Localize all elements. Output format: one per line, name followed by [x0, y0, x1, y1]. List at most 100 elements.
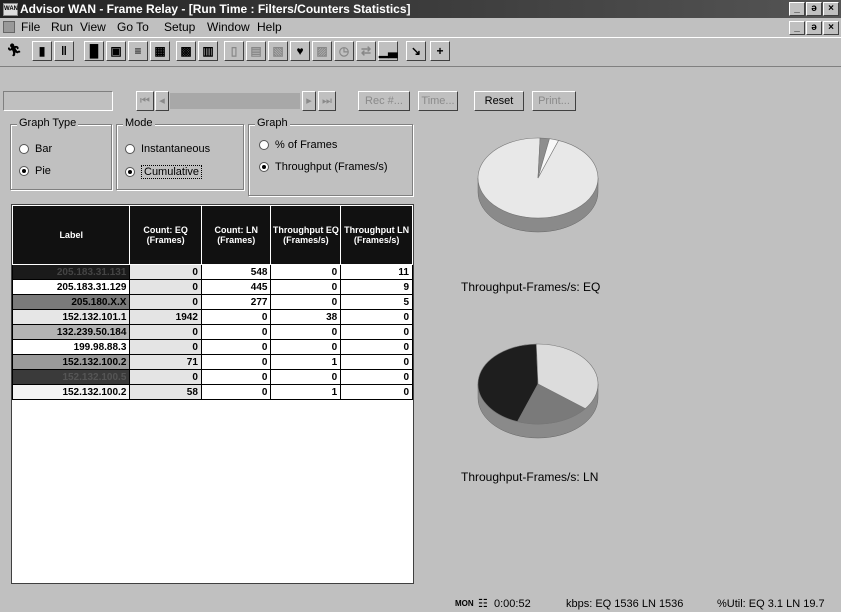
doc-minimize-button[interactable]: _	[789, 21, 805, 35]
row-throughput-eq: 0	[270, 369, 342, 385]
radio-off-icon	[19, 144, 29, 154]
menu-window[interactable]: Window	[207, 20, 250, 34]
stats-icon[interactable]: ▯	[224, 41, 244, 61]
menu-setup[interactable]: Setup	[164, 20, 195, 34]
bar-chart-icon[interactable]: ▐▌	[84, 41, 104, 61]
table-row[interactable]: 205.183.31.131 0 548 0 11	[12, 264, 413, 280]
radio-on-icon	[125, 167, 135, 177]
doc-restore-button[interactable]: ə	[806, 21, 822, 35]
row-throughput-eq: 0	[270, 279, 342, 295]
pause-icon[interactable]: ‖	[54, 41, 74, 61]
filter-icon[interactable]: ▤	[246, 41, 266, 61]
graph-throughput-radio[interactable]: Throughput (Frames/s)	[259, 161, 387, 173]
graph-type-bar-radio[interactable]: Bar	[19, 143, 52, 155]
row-count-eq: 0	[129, 339, 202, 355]
row-throughput-ln: 0	[340, 369, 413, 385]
capture-icon[interactable]: ▨	[312, 41, 332, 61]
table-icon[interactable]: ▦	[150, 41, 170, 61]
menu-bar: File Run View Go To Setup Window Help _ …	[0, 18, 841, 36]
kbps-readout: kbps: EQ 1536 LN 1536	[566, 598, 684, 610]
header-count-eq[interactable]: Count: EQ (Frames)	[129, 205, 202, 265]
graph-type-group: Graph Type Bar Pie	[10, 117, 112, 190]
row-throughput-eq: 0	[270, 324, 342, 340]
table-row[interactable]: 205.180.X.X 0 277 0 5	[12, 294, 413, 310]
row-count-ln: 445	[200, 279, 272, 295]
transfer-icon[interactable]: ⇄	[356, 41, 376, 61]
list-icon[interactable]: ≡	[128, 41, 148, 61]
graph-type-pie-radio[interactable]: Pie	[19, 165, 51, 177]
doc-close-button[interactable]: ×	[823, 21, 839, 35]
table-row[interactable]: 152.132.101.1 1942 0 38 0	[12, 309, 413, 325]
histogram-icon[interactable]: ▁▃	[378, 41, 398, 61]
record-scrollbar[interactable]	[170, 93, 300, 109]
table-row[interactable]: 132.239.50.184 0 0 0 0	[12, 324, 413, 340]
app-icon: WAN	[3, 3, 18, 16]
menu-view[interactable]: View	[80, 20, 106, 34]
row-count-ln: 548	[200, 264, 272, 280]
table-row[interactable]: 152.132.100.2 58 0 1 0	[12, 384, 413, 400]
util-readout: %Util: EQ 3.1 LN 19.7	[717, 598, 825, 610]
menu-run[interactable]: Run	[51, 20, 73, 34]
row-count-ln: 0	[200, 309, 272, 325]
grid-icon[interactable]: ▥	[198, 41, 218, 61]
graph-percent-radio[interactable]: % of Frames	[259, 139, 337, 151]
table-row[interactable]: 152.132.100.5 0 0 0 0	[12, 369, 413, 385]
table-row[interactable]: 205.183.31.129 0 445 0 9	[12, 279, 413, 295]
row-throughput-eq: 0	[270, 339, 342, 355]
row-count-eq: 0	[129, 369, 202, 385]
row-throughput-eq: 38	[270, 309, 342, 325]
header-throughput-eq[interactable]: Throughput EQ (Frames/s)	[270, 205, 342, 265]
header-label[interactable]: Label	[12, 205, 131, 265]
row-throughput-eq: 0	[270, 264, 342, 280]
chart-icon[interactable]: ▧	[268, 41, 288, 61]
row-throughput-ln: 0	[340, 384, 413, 400]
row-count-ln: 0	[200, 384, 272, 400]
graph-percent-label: % of Frames	[275, 139, 338, 151]
prev-record-icon[interactable]: ◂	[155, 91, 169, 111]
row-count-eq: 0	[129, 279, 202, 295]
row-label: 205.183.31.129	[12, 279, 131, 295]
add-icon[interactable]: +	[430, 41, 450, 61]
statistics-table-panel: Label Count: EQ (Frames) Count: LN (Fram…	[11, 204, 414, 584]
mon-indicator: MON	[455, 599, 474, 608]
last-record-icon[interactable]: ⏭	[318, 91, 336, 111]
reset-button[interactable]: Reset	[474, 91, 524, 111]
clock-icon[interactable]: ◷	[334, 41, 354, 61]
print-button[interactable]: Print...	[532, 91, 576, 111]
header-throughput-ln[interactable]: Throughput LN (Frames/s)	[340, 205, 413, 265]
row-count-eq: 0	[129, 324, 202, 340]
row-count-ln: 0	[200, 354, 272, 370]
heart-icon[interactable]: ♥	[290, 41, 310, 61]
radio-off-icon	[125, 144, 135, 154]
mode-cumulative-radio[interactable]: Cumulative	[125, 165, 203, 179]
header-count-ln[interactable]: Count: LN (Frames)	[200, 205, 272, 265]
stop-icon[interactable]: ▮	[32, 41, 52, 61]
monitor-icon[interactable]: ▣	[106, 41, 126, 61]
status-bar: MON ☷ 0:00:52 kbps: EQ 1536 LN 1536 %Uti…	[0, 596, 841, 612]
row-count-ln: 0	[200, 369, 272, 385]
cursor-icon[interactable]: ↘	[406, 41, 426, 61]
row-count-eq: 71	[129, 354, 202, 370]
table-row[interactable]: 152.132.100.2 71 0 1 0	[12, 354, 413, 370]
time-button[interactable]: Time...	[418, 91, 458, 111]
row-throughput-ln: 9	[340, 279, 413, 295]
menu-help[interactable]: Help	[257, 20, 282, 34]
mode-instantaneous-radio[interactable]: Instantaneous	[125, 143, 210, 155]
graph-group: Graph % of Frames Throughput (Frames/s)	[248, 117, 413, 196]
close-button[interactable]: ×	[823, 2, 839, 16]
restore-button[interactable]: ə	[806, 2, 822, 16]
table-row[interactable]: 199.98.88.3 0 0 0 0	[12, 339, 413, 355]
menu-goto[interactable]: Go To	[117, 20, 149, 34]
frames-icon[interactable]: ▩	[176, 41, 196, 61]
first-record-icon[interactable]: ⏮	[136, 91, 154, 111]
record-field[interactable]	[3, 91, 113, 111]
rec-button[interactable]: Rec #...	[358, 91, 410, 111]
menu-file[interactable]: File	[21, 20, 40, 34]
row-label: 152.132.100.2	[12, 384, 131, 400]
run-icon[interactable]: 🏃︎	[4, 41, 24, 61]
row-throughput-ln: 0	[340, 324, 413, 340]
row-label: 152.132.101.1	[12, 309, 131, 325]
next-record-icon[interactable]: ▸	[302, 91, 316, 111]
mode-cumulative-label: Cumulative	[141, 165, 203, 179]
minimize-button[interactable]: _	[789, 2, 805, 16]
